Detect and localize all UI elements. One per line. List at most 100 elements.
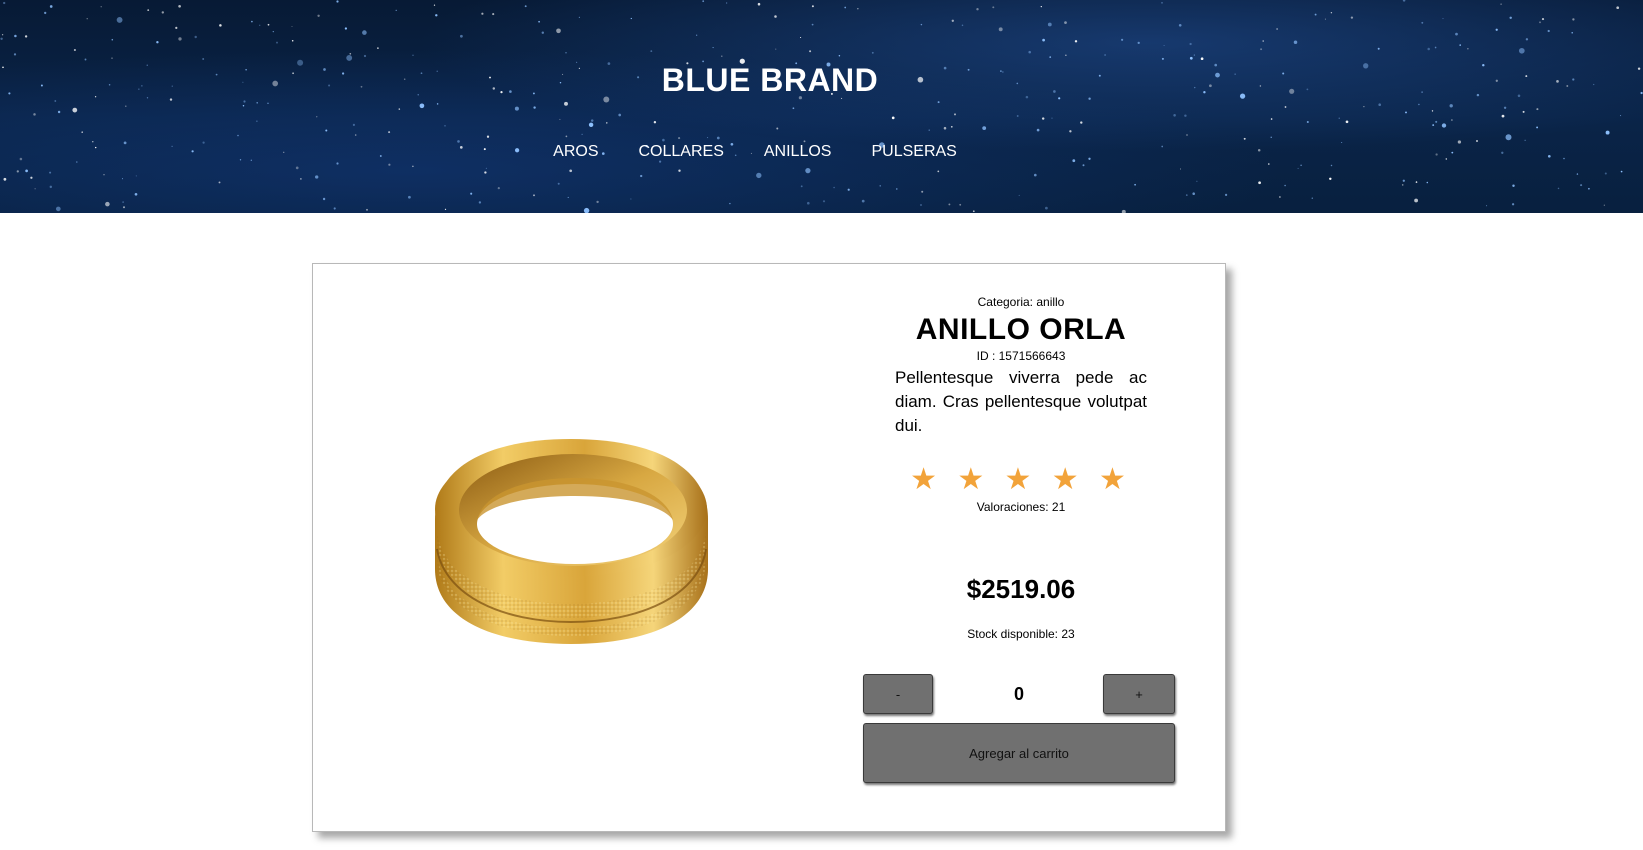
star-dot (1016, 115, 1019, 117)
star-dot (861, 199, 865, 203)
site-header: BLUE BRAND AROS COLLARES ANILLOS PULSERA… (0, 0, 1643, 213)
star-dot (776, 127, 779, 130)
increase-quantity-button[interactable]: + (1103, 674, 1175, 714)
star-dot (1580, 184, 1583, 187)
star-dot (1284, 106, 1287, 108)
star-dot (1414, 198, 1419, 203)
star-dot (1442, 18, 1444, 20)
star-dot (1042, 38, 1045, 42)
star-dot (1505, 134, 1512, 141)
star-dot (1571, 31, 1573, 34)
star-dot (1402, 179, 1405, 182)
star-dot (833, 186, 835, 189)
star-dot (1539, 21, 1541, 24)
star-dot (103, 173, 105, 176)
star-dot (44, 11, 47, 15)
star-dot (630, 198, 632, 200)
star-dot (1432, 124, 1435, 127)
star-dot (86, 18, 88, 20)
nav-link-aros[interactable]: AROS (553, 143, 598, 161)
star-dot (1509, 16, 1512, 20)
star-dot (72, 107, 78, 113)
star-dot (219, 24, 222, 27)
star-dot (583, 207, 590, 213)
star-dot (125, 105, 127, 107)
star-dot (972, 210, 975, 213)
star-dot (1047, 22, 1052, 27)
star-dot (800, 185, 803, 188)
star-dot (807, 201, 810, 205)
star-dot (1637, 67, 1641, 70)
star-dot (354, 134, 357, 136)
star-dot (33, 113, 36, 116)
star-dot (847, 188, 850, 191)
star-dot (1330, 164, 1333, 167)
star-dot (497, 187, 500, 190)
nav-link-anillos[interactable]: ANILLOS (764, 143, 832, 161)
star-dot (419, 103, 425, 109)
star-dot (1547, 154, 1551, 158)
star-dot (1536, 126, 1539, 129)
star-dot (1620, 115, 1622, 117)
star-dot (1028, 50, 1031, 54)
star-dot (1511, 203, 1515, 206)
star-dot (1345, 120, 1349, 124)
product-title: ANILLO ORLA (915, 313, 1127, 346)
nav-link-collares[interactable]: COLLARES (639, 143, 724, 161)
star-dot (992, 6, 995, 9)
star-dot (1284, 184, 1286, 187)
star-dot (982, 126, 987, 130)
star-dot (492, 13, 495, 16)
star-dot (433, 4, 436, 6)
add-to-cart-button[interactable]: Agregar al carrito (863, 723, 1175, 783)
star-dot (1572, 78, 1575, 81)
star-dot (1297, 167, 1299, 169)
star-dot (363, 54, 367, 58)
star-dot (1036, 128, 1040, 132)
star-dot (395, 9, 397, 12)
star-dot (514, 106, 519, 111)
star-dot (606, 122, 608, 124)
star-dot (811, 23, 814, 26)
star-dot (34, 188, 36, 190)
star-dot (822, 200, 826, 203)
nav-link-pulseras[interactable]: PULSERAS (871, 143, 956, 161)
star-dot (1378, 103, 1381, 106)
star-dot (147, 9, 150, 11)
star-dot (590, 119, 594, 122)
star-dot (73, 48, 76, 52)
star-dot (408, 195, 411, 199)
brand-title[interactable]: BLUE BRAND (0, 62, 1540, 99)
star-dot (336, 162, 339, 165)
star-dot (1051, 117, 1053, 119)
star-dot (844, 6, 847, 9)
star-dot (1640, 91, 1643, 95)
star-dot (726, 2, 728, 4)
ratings-count: Valoraciones: 21 (976, 500, 1066, 514)
star-dot (300, 178, 302, 180)
starfield-background (0, 0, 1643, 213)
star-dot (55, 206, 61, 212)
star-dot (325, 129, 328, 132)
star-dot (1200, 57, 1204, 61)
star-dot (105, 201, 110, 207)
star-dot (716, 136, 720, 140)
star-dot (1179, 168, 1182, 170)
star-dot (1421, 21, 1424, 24)
star-dot (1566, 85, 1569, 87)
star-dot (1243, 137, 1246, 140)
decrease-quantity-button[interactable]: - (863, 674, 933, 714)
star-dot (581, 133, 583, 136)
star-dot (1137, 41, 1140, 45)
star-dot (1467, 48, 1469, 50)
star-dot (951, 19, 954, 22)
star-dot (1401, 184, 1404, 186)
star-dot (121, 178, 124, 180)
star-dot (1258, 181, 1261, 185)
star-dot (1080, 121, 1083, 124)
star-dot (135, 175, 137, 177)
star-dot (1121, 38, 1124, 41)
star-dot (1314, 13, 1317, 16)
star-dot (484, 171, 487, 174)
star-dot (565, 135, 568, 138)
